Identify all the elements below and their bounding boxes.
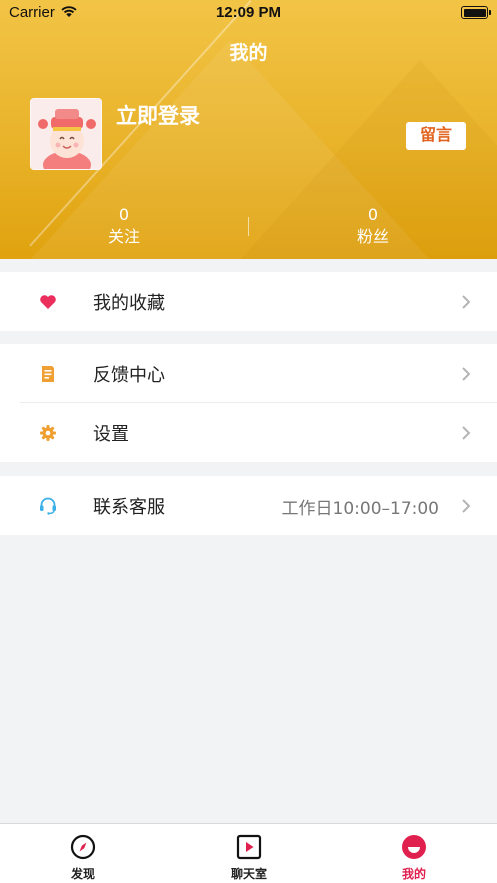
following-label: 关注 [107, 227, 140, 246]
menu-group-favorites: 我的收藏 [0, 272, 497, 331]
following-stat[interactable]: 0 关注 [0, 205, 248, 249]
compass-icon [70, 834, 96, 860]
followers-label: 粉丝 [356, 227, 389, 246]
menu-item-label: 联系客服 [93, 497, 165, 518]
tab-chatroom[interactable]: 聊天室 [166, 824, 332, 883]
play-icon [236, 834, 262, 860]
headset-icon [38, 496, 58, 516]
gear-icon [38, 423, 58, 443]
chevron-right-icon [459, 365, 473, 383]
heart-icon [38, 292, 58, 312]
menu-item-support[interactable]: 联系客服 工作日10:00–17:00 [0, 476, 497, 535]
following-count: 0 [118, 205, 130, 224]
tab-me[interactable]: 我的 [331, 824, 497, 883]
tab-label: 聊天室 [230, 867, 267, 881]
battery-icon [461, 6, 491, 19]
support-hours: 工作日10:00–17:00 [281, 499, 439, 519]
menu-item-favorites[interactable]: 我的收藏 [0, 272, 497, 331]
menu-item-feedback[interactable]: 反馈中心 [0, 344, 497, 403]
profile-header: Carrier 12:09 PM 我的 立即登录 留言 0 关注 0 粉丝 [0, 0, 497, 259]
menu-group-support: 联系客服 工作日10:00–17:00 [0, 476, 497, 535]
menu-item-settings[interactable]: 设置 [0, 403, 497, 462]
avatar[interactable] [30, 98, 102, 170]
tab-bar: 发现 聊天室 我的 [0, 823, 497, 883]
tab-label: 发现 [70, 867, 95, 881]
login-link[interactable]: 立即登录 [116, 100, 200, 130]
followers-count: 0 [367, 205, 379, 224]
menu-group-feedback-settings: 反馈中心 设置 [0, 344, 497, 462]
chevron-right-icon [459, 293, 473, 311]
page-title: 我的 [229, 42, 268, 64]
menu-item-label: 设置 [93, 424, 129, 445]
message-button[interactable]: 留言 [406, 122, 466, 150]
chevron-right-icon [459, 497, 473, 515]
followers-stat[interactable]: 0 粉丝 [249, 205, 497, 249]
clock: 12:09 PM [215, 4, 282, 21]
menu-item-label: 我的收藏 [93, 293, 165, 314]
menu-item-label: 反馈中心 [93, 365, 165, 386]
tab-discover[interactable]: 发现 [0, 824, 166, 883]
profile-icon [401, 834, 427, 860]
status-bar: Carrier 12:09 PM [0, 0, 497, 26]
chevron-right-icon [459, 424, 473, 442]
tab-label: 我的 [401, 867, 426, 881]
document-icon [38, 364, 58, 384]
